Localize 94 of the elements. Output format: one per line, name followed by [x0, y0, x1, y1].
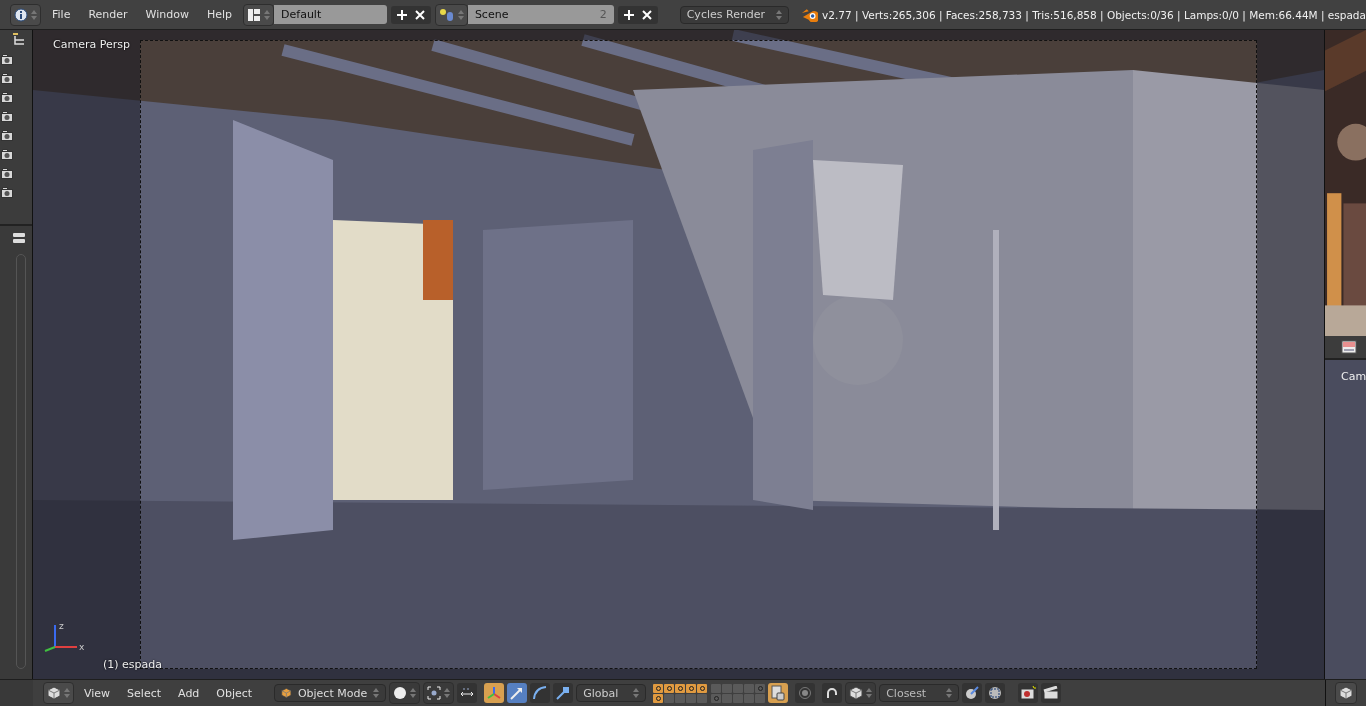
- lock-layers-toggle[interactable]: [768, 683, 789, 703]
- close-icon[interactable]: [413, 8, 426, 21]
- layout-icon: [247, 7, 262, 22]
- snap-magnet-toggle[interactable]: [822, 683, 843, 703]
- camera-icon: [1020, 686, 1037, 700]
- menu-item[interactable]: Window: [138, 8, 196, 21]
- snap-target-dropdown[interactable]: Closest: [879, 684, 960, 702]
- align-rotation-toggle[interactable]: [962, 683, 983, 703]
- selection-center-toggle[interactable]: [457, 683, 478, 703]
- render-still-button[interactable]: [1018, 683, 1039, 703]
- add-icon[interactable]: [622, 8, 635, 21]
- orientation-label: Global: [583, 686, 619, 700]
- snap-element-dropdown[interactable]: [845, 682, 877, 704]
- outliner-icon[interactable]: [12, 32, 26, 46]
- scene-statistics: v2.77 | Verts:265,306 | Faces:258,733 | Tris:516,858 | Objects:0/36 | Lamps:0/0 | Mem:66.44M | espada: [822, 8, 1366, 21]
- sphere-icon: [964, 685, 981, 701]
- sphere-icon: [393, 686, 408, 700]
- updown-arrows-icon: [373, 687, 380, 699]
- proportional-editing-toggle[interactable]: [795, 683, 816, 703]
- orientation-dropdown[interactable]: Global: [576, 684, 647, 702]
- render-engine-dropdown[interactable]: Cycles Render: [679, 5, 789, 24]
- updown-arrows-icon: [775, 8, 782, 21]
- scene-name: Scene: [474, 8, 509, 21]
- arc-icon: [532, 685, 549, 701]
- cube-icon: [47, 686, 61, 700]
- menu-item[interactable]: View: [77, 686, 118, 700]
- image-icon[interactable]: [1341, 340, 1357, 354]
- render-animation-button[interactable]: [1041, 683, 1062, 703]
- menu-item[interactable]: Select: [120, 686, 169, 700]
- info-icon: [14, 7, 28, 22]
- clapperboard-icon: [1043, 686, 1060, 700]
- render-engine-label: Cycles Render: [686, 8, 766, 21]
- camera-icon[interactable]: [1, 130, 13, 141]
- pivot-icon: [427, 686, 442, 700]
- mode-label: Object Mode: [297, 686, 368, 700]
- shading-dropdown[interactable]: [389, 682, 421, 704]
- camera-icon[interactable]: [1, 149, 13, 160]
- pivot-dropdown[interactable]: [423, 682, 455, 704]
- camera-icon[interactable]: [1, 54, 13, 65]
- updown-arrows-icon: [946, 687, 953, 699]
- snap-target-label: Closest: [886, 686, 927, 700]
- layer-button[interactable]: [653, 693, 664, 703]
- user-count: 2: [599, 8, 607, 21]
- menu-item[interactable]: File: [45, 8, 78, 21]
- layer-button[interactable]: [664, 683, 675, 693]
- magnet-icon: [825, 686, 840, 700]
- menu-item[interactable]: Add: [171, 686, 207, 700]
- snap-project-toggle[interactable]: [985, 683, 1006, 703]
- mode-dropdown[interactable]: Object Mode: [274, 684, 387, 702]
- cube-icon: [849, 686, 864, 700]
- scene-dropdown[interactable]: [434, 3, 468, 26]
- camera-viewport[interactable]: Cam: [1325, 360, 1366, 679]
- menu-item[interactable]: Render: [81, 8, 135, 21]
- cube-icon: [281, 686, 292, 700]
- layer-button[interactable]: [686, 683, 697, 693]
- manipulator-toggle[interactable]: [484, 683, 505, 703]
- layer-button[interactable]: [653, 683, 664, 693]
- camera-icon[interactable]: [1, 73, 13, 84]
- scene-icon: [438, 7, 455, 22]
- camera-icon[interactable]: [1, 187, 13, 198]
- translate-manipulator-button[interactable]: [507, 683, 528, 703]
- editor-type-dropdown[interactable]: [43, 682, 74, 704]
- editor-type-dropdown[interactable]: [10, 3, 41, 26]
- cube-icon: [1339, 686, 1353, 700]
- layer-button[interactable]: [697, 683, 708, 693]
- scene-field[interactable]: Scene 2: [467, 5, 614, 24]
- screen-layout-field[interactable]: Default: [274, 5, 387, 24]
- updown-arrows-icon: [64, 687, 70, 699]
- editor-type-dropdown[interactable]: [1335, 682, 1357, 704]
- screen-layout-dropdown[interactable]: [243, 3, 275, 26]
- logo-icon: [800, 7, 819, 22]
- updown-arrows-icon: [457, 8, 464, 21]
- camera-icon[interactable]: [1, 111, 13, 122]
- scale-manipulator-button[interactable]: [553, 683, 574, 703]
- updown-arrows-icon: [31, 8, 37, 21]
- updown-arrows-icon: [444, 687, 451, 699]
- updown-arrows-icon: [410, 687, 417, 699]
- circle-icon: [798, 686, 813, 700]
- close-icon[interactable]: [640, 8, 653, 21]
- axes-icon: [486, 685, 503, 701]
- view-name: Cam: [1341, 370, 1366, 383]
- updown-arrows-icon: [633, 687, 640, 699]
- scale-icon: [555, 685, 572, 701]
- add-icon[interactable]: [395, 8, 408, 21]
- updown-arrows-icon: [264, 8, 271, 21]
- menu-item[interactable]: Help: [199, 8, 240, 21]
- layer-button[interactable]: [675, 683, 686, 693]
- camera-icon[interactable]: [1, 92, 13, 103]
- camera-icon[interactable]: [1, 168, 13, 179]
- target-icon: [987, 685, 1004, 701]
- properties-icon[interactable]: [12, 232, 26, 244]
- rotate-manipulator-button[interactable]: [530, 683, 551, 703]
- menu-item[interactable]: Object: [209, 686, 260, 700]
- updown-arrows-icon: [866, 687, 873, 699]
